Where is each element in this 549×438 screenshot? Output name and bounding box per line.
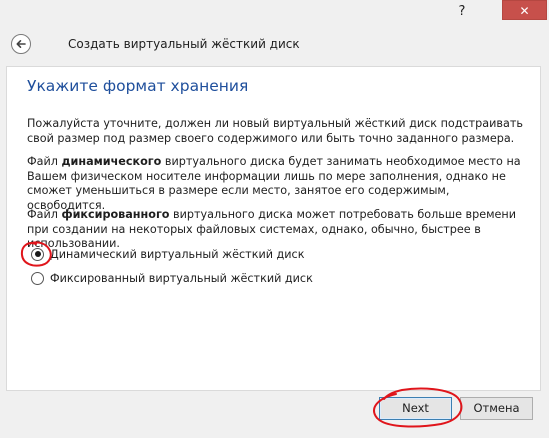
wizard-title: Создать виртуальный жёсткий диск xyxy=(68,37,300,51)
back-button[interactable] xyxy=(11,34,31,54)
cancel-button[interactable]: Отмена xyxy=(460,397,533,420)
dynamic-keyword: динамического xyxy=(61,155,162,168)
close-button[interactable]: ✕ xyxy=(502,0,547,20)
radio-button-fixed[interactable] xyxy=(31,271,44,285)
help-button[interactable]: ? xyxy=(455,4,469,22)
arrow-left-icon xyxy=(16,40,26,48)
intro-paragraph: Пожалуйста уточните, должен ли новый вир… xyxy=(27,117,523,145)
radio-button-dynamic[interactable] xyxy=(31,247,44,261)
radio-label-fixed: Фиксированный виртуальный жёсткий диск xyxy=(50,271,313,285)
next-button[interactable]: Next xyxy=(379,397,452,420)
fixed-description: Файл фиксированного виртуального диска м… xyxy=(27,208,527,252)
title-bar: ? ✕ xyxy=(0,0,549,28)
radio-option-dynamic[interactable]: Динамический виртуальный жёсткий диск xyxy=(31,246,304,262)
dynamic-text-start: Файл xyxy=(27,155,62,168)
page-heading: Укажите формат хранения xyxy=(27,77,249,95)
dynamic-description: Файл динамического виртуального диска бу… xyxy=(27,155,527,213)
radio-label-dynamic: Динамический виртуальный жёсткий диск xyxy=(50,247,305,261)
fixed-text-start: Файл xyxy=(27,208,62,221)
radio-option-fixed[interactable]: Фиксированный виртуальный жёсткий диск xyxy=(31,270,313,286)
fixed-keyword: фиксированного xyxy=(61,208,170,221)
